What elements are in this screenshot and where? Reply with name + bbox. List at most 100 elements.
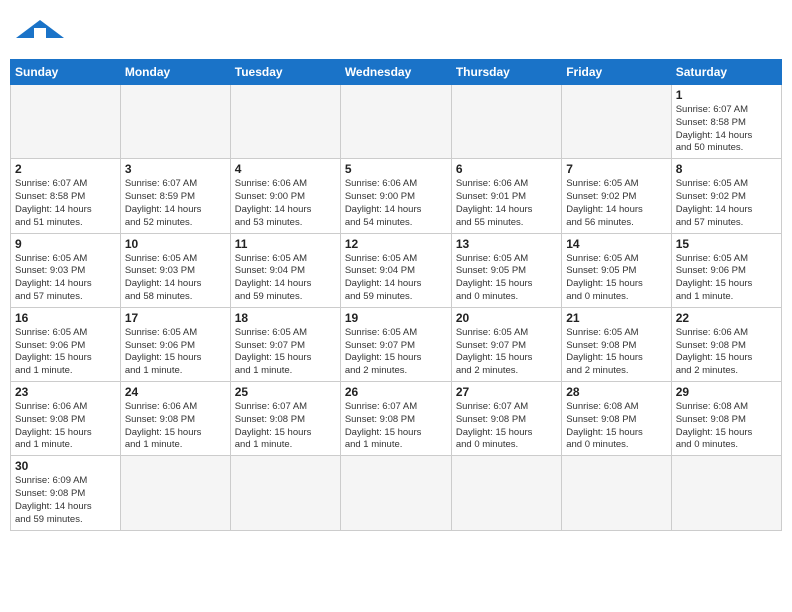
- day-number: 9: [15, 237, 116, 251]
- day-number: 10: [125, 237, 226, 251]
- day-number: 26: [345, 385, 447, 399]
- calendar-cell: 21Sunrise: 6:05 AM Sunset: 9:08 PM Dayli…: [562, 307, 671, 381]
- calendar-table: SundayMondayTuesdayWednesdayThursdayFrid…: [10, 59, 782, 531]
- day-number: 15: [676, 237, 777, 251]
- calendar-cell: 29 Sunrise: 6:08 AM Sunset: 9:08 PM Dayli…: [671, 382, 781, 456]
- week-row-4: 23 Sunrise: 6:06 AM Sunset: 9:08 PM Dayli…: [11, 382, 782, 456]
- day-number: 20: [456, 311, 557, 325]
- calendar-cell: [230, 85, 340, 159]
- calendar-cell: [120, 85, 230, 159]
- day-number: 12: [345, 237, 447, 251]
- day-info: Sunrise: 6:05 AM Sunset: 9:08 PM Dayligh…: [566, 327, 666, 378]
- weekday-header-row: SundayMondayTuesdayWednesdayThursdayFrid…: [11, 60, 782, 85]
- day-info: Sunrise: 6:09 AM Sunset: 9:08 PM Dayligh…: [15, 475, 116, 526]
- calendar-cell: [120, 456, 230, 530]
- day-info: Sunrise: 6:05 AM Sunset: 9:06 PM Dayligh…: [15, 327, 116, 378]
- day-info: Sunrise: 6:08 AM Sunset: 9:08 PM Dayligh…: [566, 401, 666, 452]
- day-info: Sunrise: 6:07 AM Sunset: 9:08 PM Dayligh…: [345, 401, 447, 452]
- day-info: Sunrise: 6:06 AM Sunset: 9:01 PM Dayligh…: [456, 178, 557, 229]
- day-number: 18: [235, 311, 336, 325]
- day-info: Sunrise: 6:05 AM Sunset: 9:05 PM Dayligh…: [566, 253, 666, 304]
- week-row-3: 16 Sunrise: 6:05 AM Sunset: 9:06 PM Dayli…: [11, 307, 782, 381]
- day-info: Sunrise: 6:05 AM Sunset: 9:06 PM Dayligh…: [676, 253, 777, 304]
- day-info: Sunrise: 6:06 AM Sunset: 9:08 PM Dayligh…: [125, 401, 226, 452]
- calendar-cell: [230, 456, 340, 530]
- calendar-cell: 15 Sunrise: 6:05 AM Sunset: 9:06 PM Dayli…: [671, 233, 781, 307]
- calendar-cell: [451, 456, 561, 530]
- calendar-cell: 20 Sunrise: 6:05 AM Sunset: 9:07 PM Dayli…: [451, 307, 561, 381]
- calendar-cell: 3Sunrise: 6:07 AM Sunset: 8:59 PM Daylig…: [120, 159, 230, 233]
- calendar-cell: 25Sunrise: 6:07 AM Sunset: 9:08 PM Dayli…: [230, 382, 340, 456]
- calendar-cell: 26 Sunrise: 6:07 AM Sunset: 9:08 PM Dayli…: [340, 382, 451, 456]
- day-number: 4: [235, 162, 336, 176]
- day-number: 27: [456, 385, 557, 399]
- calendar-cell: 4Sunrise: 6:06 AM Sunset: 9:00 PM Daylig…: [230, 159, 340, 233]
- day-info: Sunrise: 6:05 AM Sunset: 9:02 PM Dayligh…: [676, 178, 777, 229]
- weekday-header-friday: Friday: [562, 60, 671, 85]
- day-info: Sunrise: 6:05 AM Sunset: 9:05 PM Dayligh…: [456, 253, 557, 304]
- calendar-cell: 17Sunrise: 6:05 AM Sunset: 9:06 PM Dayli…: [120, 307, 230, 381]
- week-row-1: 2Sunrise: 6:07 AM Sunset: 8:58 PM Daylig…: [11, 159, 782, 233]
- calendar-cell: 22 Sunrise: 6:06 AM Sunset: 9:08 PM Dayli…: [671, 307, 781, 381]
- calendar-cell: 7Sunrise: 6:05 AM Sunset: 9:02 PM Daylig…: [562, 159, 671, 233]
- day-number: 19: [345, 311, 447, 325]
- calendar-cell: 8 Sunrise: 6:05 AM Sunset: 9:02 PM Daylig…: [671, 159, 781, 233]
- logo: [14, 16, 66, 45]
- week-row-2: 9 Sunrise: 6:05 AM Sunset: 9:03 PM Daylig…: [11, 233, 782, 307]
- day-info: Sunrise: 6:05 AM Sunset: 9:04 PM Dayligh…: [235, 253, 336, 304]
- day-info: Sunrise: 6:05 AM Sunset: 9:07 PM Dayligh…: [235, 327, 336, 378]
- week-row-0: 1Sunrise: 6:07 AM Sunset: 8:58 PM Daylig…: [11, 85, 782, 159]
- day-info: Sunrise: 6:07 AM Sunset: 8:58 PM Dayligh…: [15, 178, 116, 229]
- day-info: Sunrise: 6:07 AM Sunset: 8:59 PM Dayligh…: [125, 178, 226, 229]
- calendar-cell: 12Sunrise: 6:05 AM Sunset: 9:04 PM Dayli…: [340, 233, 451, 307]
- day-number: 11: [235, 237, 336, 251]
- weekday-header-saturday: Saturday: [671, 60, 781, 85]
- calendar-cell: [451, 85, 561, 159]
- weekday-header-thursday: Thursday: [451, 60, 561, 85]
- calendar-cell: 16 Sunrise: 6:05 AM Sunset: 9:06 PM Dayli…: [11, 307, 121, 381]
- calendar-cell: [562, 85, 671, 159]
- calendar-cell: [11, 85, 121, 159]
- day-info: Sunrise: 6:05 AM Sunset: 9:07 PM Dayligh…: [345, 327, 447, 378]
- calendar-cell: 27Sunrise: 6:07 AM Sunset: 9:08 PM Dayli…: [451, 382, 561, 456]
- day-number: 8: [676, 162, 777, 176]
- calendar-cell: 19 Sunrise: 6:05 AM Sunset: 9:07 PM Dayli…: [340, 307, 451, 381]
- calendar-cell: 30 Sunrise: 6:09 AM Sunset: 9:08 PM Dayli…: [11, 456, 121, 530]
- day-number: 14: [566, 237, 666, 251]
- day-number: 5: [345, 162, 447, 176]
- day-number: 13: [456, 237, 557, 251]
- calendar-cell: 2Sunrise: 6:07 AM Sunset: 8:58 PM Daylig…: [11, 159, 121, 233]
- day-number: 28: [566, 385, 666, 399]
- calendar-cell: 10 Sunrise: 6:05 AM Sunset: 9:03 PM Dayli…: [120, 233, 230, 307]
- calendar-cell: [671, 456, 781, 530]
- calendar-cell: [562, 456, 671, 530]
- weekday-header-sunday: Sunday: [11, 60, 121, 85]
- day-number: 22: [676, 311, 777, 325]
- day-info: Sunrise: 6:05 AM Sunset: 9:03 PM Dayligh…: [125, 253, 226, 304]
- calendar-cell: 24Sunrise: 6:06 AM Sunset: 9:08 PM Dayli…: [120, 382, 230, 456]
- day-number: 7: [566, 162, 666, 176]
- day-info: Sunrise: 6:07 AM Sunset: 9:08 PM Dayligh…: [235, 401, 336, 452]
- logo-icon: [14, 18, 66, 40]
- day-number: 1: [676, 88, 777, 102]
- week-row-5: 30 Sunrise: 6:09 AM Sunset: 9:08 PM Dayli…: [11, 456, 782, 530]
- day-info: Sunrise: 6:06 AM Sunset: 9:08 PM Dayligh…: [676, 327, 777, 378]
- day-number: 29: [676, 385, 777, 399]
- page-header: [10, 10, 782, 51]
- calendar-cell: 6Sunrise: 6:06 AM Sunset: 9:01 PM Daylig…: [451, 159, 561, 233]
- day-number: 16: [15, 311, 116, 325]
- calendar-cell: 11 Sunrise: 6:05 AM Sunset: 9:04 PM Dayli…: [230, 233, 340, 307]
- calendar-cell: 1Sunrise: 6:07 AM Sunset: 8:58 PM Daylig…: [671, 85, 781, 159]
- calendar-cell: 13 Sunrise: 6:05 AM Sunset: 9:05 PM Dayli…: [451, 233, 561, 307]
- day-info: Sunrise: 6:06 AM Sunset: 9:08 PM Dayligh…: [15, 401, 116, 452]
- calendar-cell: 28 Sunrise: 6:08 AM Sunset: 9:08 PM Dayli…: [562, 382, 671, 456]
- day-info: Sunrise: 6:05 AM Sunset: 9:03 PM Dayligh…: [15, 253, 116, 304]
- day-info: Sunrise: 6:08 AM Sunset: 9:08 PM Dayligh…: [676, 401, 777, 452]
- weekday-header-wednesday: Wednesday: [340, 60, 451, 85]
- day-number: 30: [15, 459, 116, 473]
- weekday-header-monday: Monday: [120, 60, 230, 85]
- day-info: Sunrise: 6:05 AM Sunset: 9:07 PM Dayligh…: [456, 327, 557, 378]
- day-number: 23: [15, 385, 116, 399]
- calendar-cell: 14 Sunrise: 6:05 AM Sunset: 9:05 PM Dayli…: [562, 233, 671, 307]
- calendar-cell: 5Sunrise: 6:06 AM Sunset: 9:00 PM Daylig…: [340, 159, 451, 233]
